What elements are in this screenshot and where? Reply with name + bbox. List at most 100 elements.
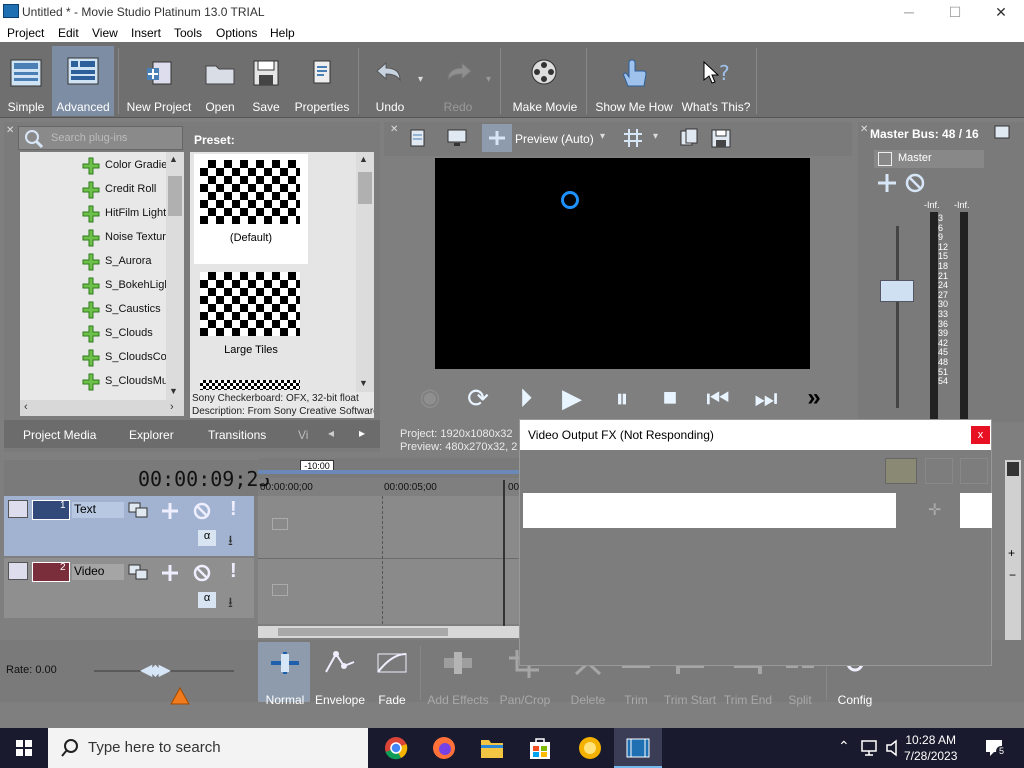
tab-scroll-right-icon[interactable]: ▸ [359, 426, 365, 440]
rate-slider-handle[interactable]: ◀◆▶ [140, 660, 171, 680]
marker-icon[interactable] [1007, 462, 1019, 476]
track-name[interactable]: Text [72, 502, 124, 518]
whats-this-button[interactable]: ? What's This? [680, 48, 752, 114]
firefox-app[interactable] [420, 728, 468, 768]
play-from-start-button[interactable]: ⏵ [508, 380, 544, 416]
start-button[interactable] [0, 728, 48, 768]
timeline-hscrollbar[interactable] [258, 626, 520, 638]
track-expand-icon[interactable] [8, 500, 28, 518]
loop-playback-button[interactable]: ⟳ [460, 380, 496, 416]
maximize-button[interactable]: ☐ [932, 0, 978, 24]
master-fx-icon[interactable] [878, 152, 892, 166]
add-fx-icon[interactable]: ✛ [928, 500, 941, 520]
make-compositing-child-icon[interactable]: ⭳ [228, 530, 233, 554]
store-app[interactable] [516, 728, 564, 768]
overlays-grid-icon[interactable] [622, 128, 644, 148]
system-clock[interactable]: 10:28 AM 7/28/2023 [904, 732, 957, 764]
fx-chain-side-field[interactable] [960, 493, 992, 528]
track-solo-icon[interactable]: ! [230, 498, 237, 521]
view-mode-icon[interactable] [885, 458, 917, 484]
make-movie-button[interactable]: Make Movie [508, 48, 582, 114]
plugin-tree-hscrollbar[interactable]: ‹ › [20, 400, 184, 416]
video-output-fx-dialog[interactable]: Video Output FX (Not Responding) x ✛ [519, 419, 992, 666]
menu-options[interactable]: Options [216, 26, 257, 40]
advanced-button[interactable]: Advanced [52, 46, 114, 116]
loop-region-bar[interactable] [258, 470, 520, 474]
volume-icon[interactable] [884, 738, 904, 758]
plugin-item[interactable]: HitFilm Light Flares [20, 202, 184, 226]
preset-scrollbar[interactable]: ▲ ▼ [356, 152, 374, 392]
undo-button[interactable]: Undo [364, 48, 416, 114]
bus-properties-icon[interactable] [994, 125, 1010, 139]
network-icon[interactable] [860, 738, 880, 758]
properties-button[interactable]: Properties [290, 48, 354, 114]
tab-scroll-left-icon[interactable]: ◂ [328, 426, 334, 440]
panel-close-icon[interactable]: ✕ [860, 124, 868, 135]
more-controls-icon[interactable]: » [796, 380, 832, 416]
preset-large-tiles[interactable]: Large Tiles [194, 266, 308, 376]
show-me-how-button[interactable]: Show Me How [592, 48, 676, 114]
plugin-item[interactable]: S_Clouds [20, 322, 184, 346]
compositing-mode-icon[interactable]: α [198, 530, 216, 546]
zoom-in-icon[interactable]: + [1008, 546, 1015, 560]
external-monitor-icon[interactable] [446, 128, 468, 148]
norton-app[interactable] [566, 728, 614, 768]
show-hidden-icons-icon[interactable]: ⌃ [838, 738, 850, 755]
file-explorer-app[interactable] [468, 728, 516, 768]
track-header-text[interactable]: 1 Text ! α ⭳ [4, 496, 254, 556]
save-button[interactable]: Save [246, 48, 286, 114]
plugin-item[interactable]: S_Caustics [20, 298, 184, 322]
track-motion-icon[interactable] [128, 502, 148, 518]
playhead-triangle-icon[interactable] [169, 686, 191, 706]
plugin-item[interactable]: Credit Roll [20, 178, 184, 202]
menu-project[interactable]: Project [7, 26, 44, 40]
video-preview-screen[interactable] [435, 158, 810, 369]
plugin-item[interactable]: S_BokehLights [20, 274, 184, 298]
save-snapshot-icon[interactable] [710, 128, 732, 148]
fade-tool[interactable]: Fade [370, 648, 414, 707]
new-project-button[interactable]: New Project [124, 48, 194, 114]
undo-dropdown-icon[interactable]: ▾ [418, 74, 423, 85]
plugin-item[interactable]: Noise Texture [20, 226, 184, 250]
normal-edit-tool[interactable]: Normal [262, 648, 308, 707]
track-fx-icon[interactable] [160, 564, 180, 582]
panel-close-icon[interactable]: ✕ [390, 124, 398, 135]
track-solo-icon[interactable]: ! [230, 560, 237, 583]
redo-button[interactable]: Redo [432, 48, 484, 114]
stop-button[interactable]: ■ [652, 380, 688, 416]
plugin-item[interactable]: Color Gradient [20, 154, 184, 178]
play-button[interactable]: ▶ [554, 380, 590, 416]
pan-fx-icon[interactable] [876, 172, 898, 194]
track-motion-icon[interactable] [128, 564, 148, 580]
track-mute-icon[interactable] [192, 563, 212, 583]
record-button[interactable]: ◉ [412, 380, 448, 416]
menu-help[interactable]: Help [270, 26, 295, 40]
tab-video-fx[interactable]: Vi [298, 428, 308, 442]
view-mode-icon[interactable] [925, 458, 953, 484]
open-button[interactable]: Open [198, 48, 242, 114]
menu-edit[interactable]: Edit [58, 26, 79, 40]
pause-button[interactable]: ⏸ [604, 380, 640, 416]
preview-quality-dropdown[interactable]: Preview (Auto) [515, 132, 594, 146]
go-to-start-button[interactable]: ⏮ [700, 380, 736, 416]
zoom-out-icon[interactable]: − [1009, 568, 1016, 582]
preset-default[interactable]: (Default) [194, 154, 308, 264]
track-expand-icon[interactable] [8, 562, 28, 580]
chevron-down-icon[interactable]: ▾ [653, 131, 658, 142]
simple-button[interactable]: Simple [4, 48, 48, 114]
dialog-close-button[interactable]: x [971, 426, 990, 444]
track-mute-icon[interactable] [192, 501, 212, 521]
chevron-down-icon[interactable]: ▾ [600, 131, 605, 142]
split-screen-button[interactable] [482, 124, 512, 152]
master-volume-fader[interactable] [880, 280, 914, 302]
panel-close-icon[interactable]: ✕ [6, 124, 16, 138]
tab-transitions[interactable]: Transitions [208, 428, 266, 442]
plugin-item[interactable]: S_CloudsColor [20, 346, 184, 370]
track-fx-icon[interactable] [160, 502, 180, 520]
menu-insert[interactable]: Insert [131, 26, 161, 40]
preview-properties-icon[interactable] [408, 128, 428, 148]
mute-icon[interactable] [904, 172, 926, 194]
menu-view[interactable]: View [92, 26, 118, 40]
chrome-app[interactable] [372, 728, 420, 768]
envelope-edit-tool[interactable]: Envelope [312, 648, 368, 707]
